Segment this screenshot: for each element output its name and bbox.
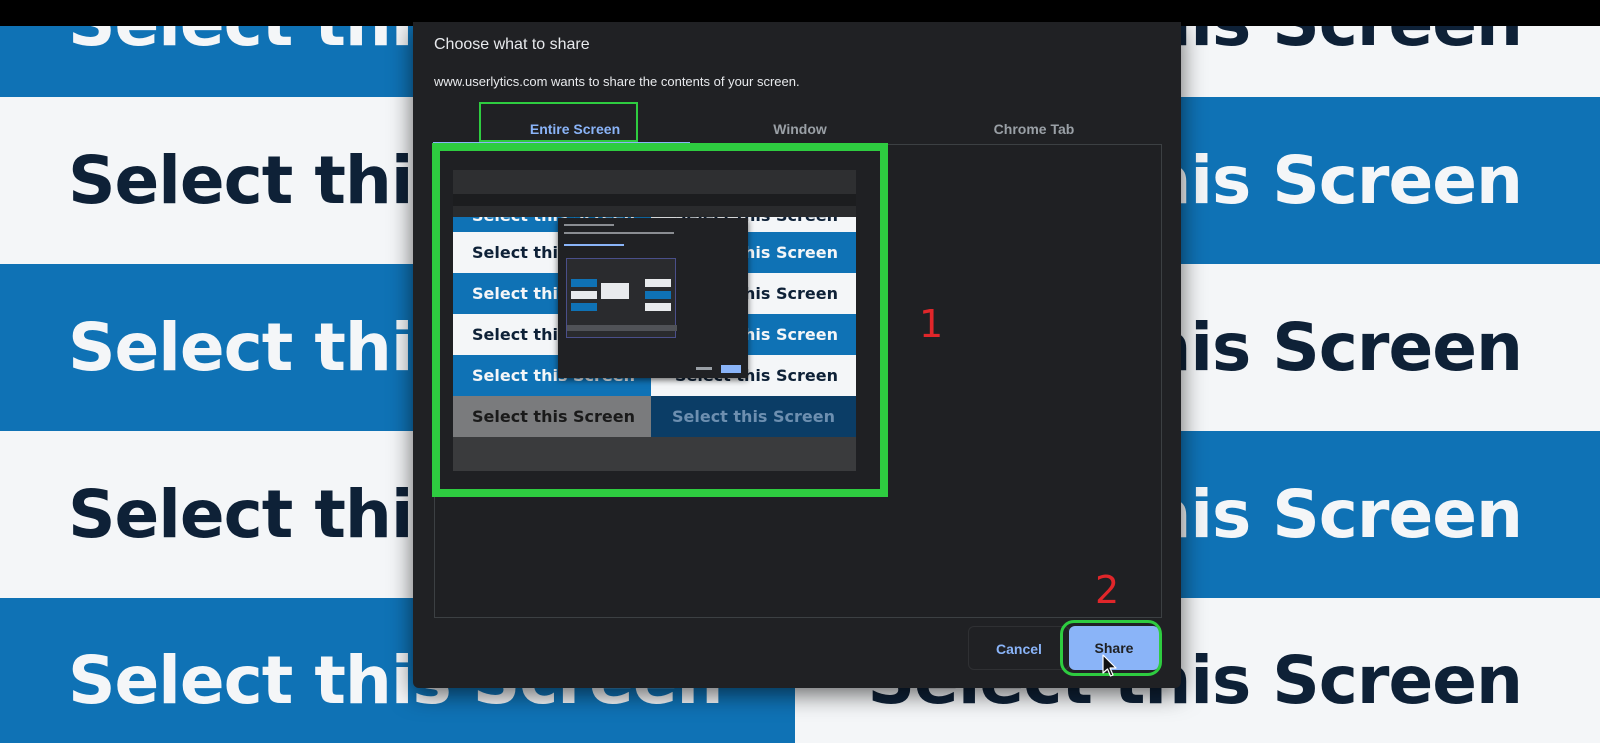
- share-dialog: Choose what to share www.userlytics.com …: [413, 22, 1181, 688]
- dialog-title: Choose what to share: [434, 36, 590, 53]
- screen: Select this Screen Select this Screen Se…: [0, 0, 1600, 743]
- tab-highlight-box: [479, 102, 638, 142]
- dialog-subtitle: www.userlytics.com wants to share the co…: [434, 74, 800, 89]
- mouse-pointer-icon: [1102, 654, 1117, 677]
- cancel-button[interactable]: Cancel: [968, 626, 1070, 670]
- screen-thumbnail-highlight[interactable]: [432, 143, 888, 497]
- tab-chrome-tab[interactable]: Chrome Tab: [919, 114, 1149, 144]
- tab-window[interactable]: Window: [685, 114, 915, 144]
- step-label-1: 1: [919, 302, 944, 346]
- step-label-2: 2: [1095, 568, 1120, 612]
